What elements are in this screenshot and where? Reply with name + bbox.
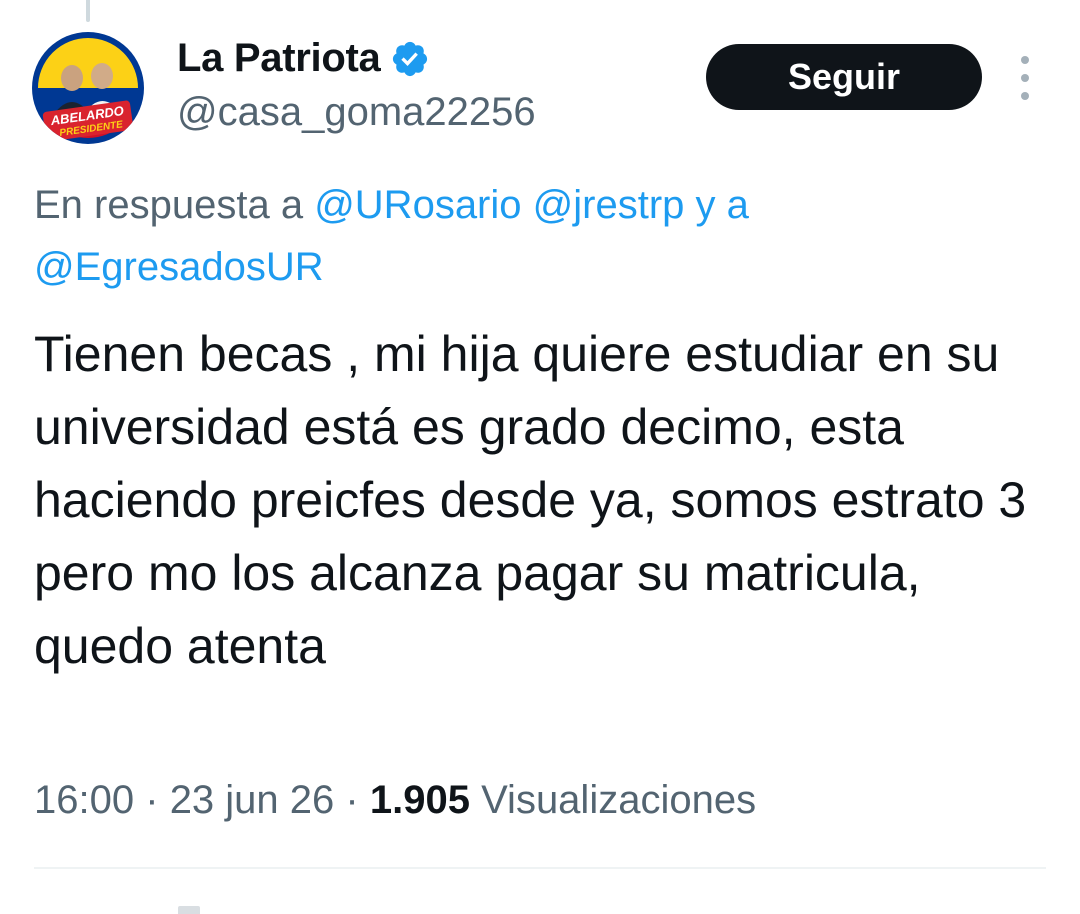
- tweet-time[interactable]: 16:00: [34, 778, 134, 822]
- more-dot: [1021, 74, 1029, 82]
- mention-link[interactable]: @URosario: [314, 183, 521, 227]
- follow-button[interactable]: Seguir: [706, 44, 982, 110]
- mention-link[interactable]: @EgresadosUR: [34, 245, 324, 289]
- divider: [34, 867, 1046, 869]
- thread-connector-line: [86, 0, 90, 22]
- verified-badge-icon: [390, 39, 430, 79]
- meta-separator: ·: [345, 778, 359, 822]
- meta-separator: ·: [145, 778, 159, 822]
- tweet-text: Tienen becas , mi hija quiere estudiar e…: [34, 326, 1027, 674]
- more-dot: [1021, 56, 1029, 64]
- more-vertical-icon[interactable]: [1008, 56, 1042, 100]
- next-item-peek: [178, 906, 200, 914]
- views-label: Visualizaciones: [481, 778, 757, 822]
- views-count: 1.905: [369, 778, 470, 822]
- more-dot: [1021, 92, 1029, 100]
- author-handle[interactable]: @casa_goma22256: [177, 90, 536, 135]
- reply-context: En respuesta a @URosario @jrestrp y a @E…: [34, 174, 1044, 298]
- tweet-meta: 16:00 · 23 jun 26 · 1.905 Visualizacione…: [34, 778, 756, 823]
- mention-link[interactable]: @jrestrp: [533, 183, 685, 227]
- author-display-name[interactable]: La Patriota: [177, 36, 381, 81]
- avatar[interactable]: ABELARDO PRESIDENTE: [32, 32, 144, 144]
- tweet-date[interactable]: 23 jun 26: [170, 778, 335, 822]
- reply-prefix: En respuesta a: [34, 183, 304, 227]
- reply-joiner: y a: [695, 183, 749, 227]
- avatar-image: ABELARDO PRESIDENTE: [32, 32, 144, 144]
- author-name-row[interactable]: La Patriota: [177, 36, 430, 81]
